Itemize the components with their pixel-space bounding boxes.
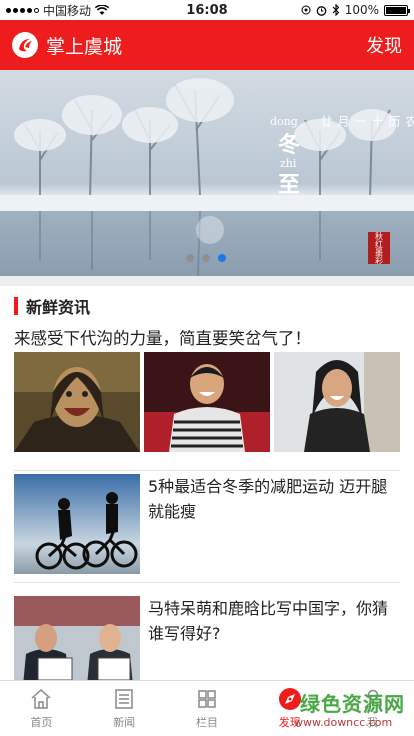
seal-stamp: 秋红墨彩 (368, 232, 390, 264)
tab-label: 新闻 (113, 716, 136, 729)
bluetooth-icon (332, 4, 339, 16)
carousel-indicator (186, 254, 226, 262)
watermark-url: www.downcc.com (294, 716, 393, 729)
location-icon (301, 5, 311, 15)
home-icon (29, 687, 53, 711)
tab-label: 首页 (30, 716, 53, 729)
banner-image (0, 70, 414, 276)
list-item[interactable]: 5种最适合冬季的减肥运动 迈开腿就能瘦 (14, 474, 400, 574)
tab-home[interactable]: 首页 (0, 681, 83, 736)
poem-char-dong: 冬 (278, 132, 301, 158)
poem-char-zhi: 至 (278, 172, 301, 198)
section-accent-bar (14, 297, 18, 315)
watermark-title: 绿色资源网 (300, 692, 405, 716)
article-thumbnail[interactable] (14, 352, 140, 452)
battery-fill (386, 6, 406, 14)
carousel-dot[interactable] (202, 254, 210, 262)
article-title[interactable]: 马特呆萌和鹿晗比写中国字，你猜谁写得好? (148, 596, 400, 646)
status-left: 中国移动 (6, 2, 156, 19)
battery-icon (384, 4, 410, 16)
carousel-dot-active[interactable] (218, 254, 226, 262)
tab-news[interactable]: 新闻 (83, 681, 166, 736)
thumbnail-image (14, 352, 140, 452)
status-right: 100% (258, 3, 410, 17)
article-thumbnail[interactable] (14, 474, 140, 574)
status-bar: 中国移动 16:08 100% (0, 0, 414, 20)
app-logo[interactable] (12, 32, 38, 58)
carousel-dot[interactable] (186, 254, 194, 262)
news-icon (112, 687, 136, 711)
thumbnail-image (14, 474, 140, 574)
status-time: 16:08 (186, 2, 228, 18)
article-thumbnail[interactable] (274, 352, 400, 452)
section-title: 新鲜资讯 (26, 298, 91, 317)
thumbnail-image (144, 352, 270, 452)
poem-vertical-text: 农历十一月廿 (319, 115, 414, 129)
thumbnail-image (274, 352, 400, 452)
battery-percent: 100% (344, 3, 379, 17)
article-thumbnails[interactable] (14, 352, 400, 452)
tab-label: 栏目 (195, 716, 218, 729)
article-thumbnail[interactable] (144, 352, 270, 452)
logo-icon (19, 39, 32, 52)
watermark: 绿色资源网 www.downcc.com (290, 688, 414, 729)
signal-icon (6, 7, 39, 13)
list-divider (14, 582, 400, 583)
article-thumbnail[interactable] (14, 596, 140, 680)
wifi-icon (95, 4, 110, 15)
alarm-icon (316, 5, 327, 16)
discover-button[interactable]: 发现 (366, 32, 402, 58)
section-gap (0, 276, 414, 286)
app-title: 掌上虞城 (46, 35, 123, 58)
section-header: 新鲜资讯 (14, 294, 90, 318)
thumbnail-image (14, 596, 140, 680)
grid-icon (195, 687, 219, 711)
banner-carousel[interactable]: dong 冬 zhi 至 农历十一月廿 秋红墨彩 (0, 70, 414, 276)
carrier-label: 中国移动 (43, 3, 92, 18)
list-item[interactable]: 马特呆萌和鹿晗比写中国字，你猜谁写得好? (14, 596, 400, 680)
tab-columns[interactable]: 栏目 (166, 681, 249, 736)
article-title[interactable]: 来感受下代沟的力量，简直要笑岔气了！ (14, 325, 404, 349)
article-title[interactable]: 5种最适合冬季的减肥运动 迈开腿就能瘦 (148, 474, 400, 524)
app-header: 掌上虞城 发现 (0, 20, 414, 70)
list-divider (14, 470, 400, 471)
